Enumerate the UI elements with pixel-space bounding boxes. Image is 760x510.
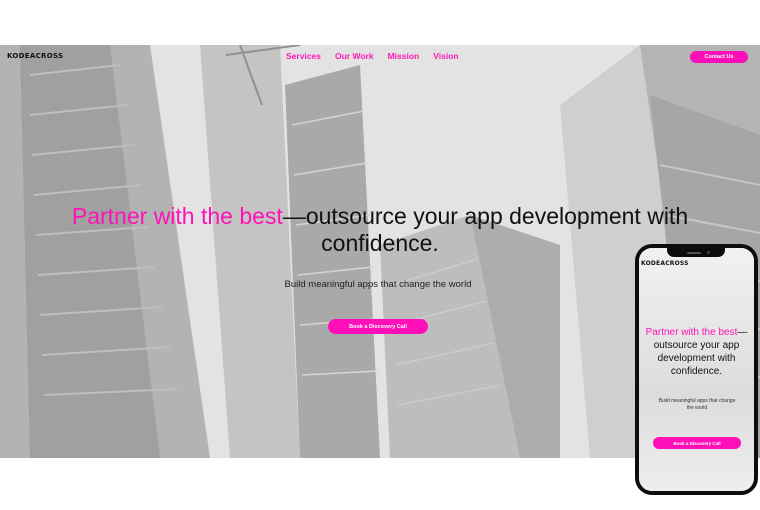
top-navigation: KODEACROSS Services Our Work Mission Vis… xyxy=(0,45,760,69)
camera-icon xyxy=(707,251,710,254)
mobile-headline-highlight: Partner with the best xyxy=(645,327,738,338)
hero-headline-rest: —outsource your app development with con… xyxy=(282,203,689,256)
brand-logo[interactable]: KODEACROSS xyxy=(7,52,63,60)
nav-link-services[interactable]: Services xyxy=(286,51,321,61)
speaker-icon xyxy=(687,252,701,254)
phone-notch xyxy=(667,248,725,257)
phone-screen: KODEACROSS Partner with the best—outsour… xyxy=(639,248,754,491)
book-discovery-call-button[interactable]: Book a Discovery Call xyxy=(328,319,428,334)
nav-links: Services Our Work Mission Vision xyxy=(286,51,459,61)
nav-link-our-work[interactable]: Our Work xyxy=(335,51,374,61)
hero-headline: Partner with the best—outsource your app… xyxy=(30,203,730,257)
hero-headline-highlight: Partner with the best xyxy=(71,203,283,229)
nav-link-mission[interactable]: Mission xyxy=(388,51,420,61)
mobile-brand-logo[interactable]: KODEACROSS xyxy=(641,260,689,267)
mobile-hero-headline: Partner with the best—outsource your app… xyxy=(641,326,752,378)
nav-link-vision[interactable]: Vision xyxy=(433,51,458,61)
contact-us-button[interactable]: Contact Us xyxy=(690,51,748,63)
phone-mockup: KODEACROSS Partner with the best—outsour… xyxy=(635,244,758,495)
mobile-book-discovery-call-button[interactable]: Book a Discovery Call xyxy=(653,437,741,449)
hero-tagline: Build meaningful apps that change the wo… xyxy=(284,279,472,290)
mobile-hero-tagline: Build meaningful apps that change the wo… xyxy=(658,398,736,411)
